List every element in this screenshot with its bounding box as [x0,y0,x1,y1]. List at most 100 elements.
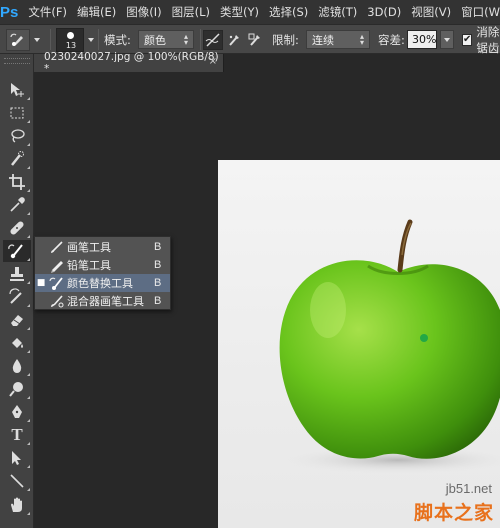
path-selection-tool[interactable] [3,447,31,469]
type-icon: T [11,425,23,444]
flyout-label: 混合器画笔工具 [67,295,144,308]
updown-icon: ▴ ▾ [183,32,188,47]
flyout-color-replacement-tool[interactable]: ■ 颜色替换工具 B [35,274,170,292]
flyout-label: 画笔工具 [67,241,111,254]
menu-filter[interactable]: 滤镜(T) [318,4,357,20]
path-selection-icon [12,451,21,465]
tolerance-input[interactable]: 30% [407,30,437,49]
menu-layer[interactable]: 图层(L) [172,4,210,20]
shortcut-key: B [154,259,162,271]
document-canvas[interactable]: jb51.net 脚本之家 [218,160,500,528]
pencil-icon [47,256,67,274]
color-replacement-icon [8,244,23,259]
sampling-once-icon [229,34,239,46]
menu-image[interactable]: 图像(I) [126,4,161,20]
menu-window[interactable]: 窗口(W) [461,4,500,20]
chevron-down-icon [34,37,40,42]
selection-marker: ■ [36,278,46,288]
mode-select[interactable]: 颜色 ▴ ▾ [138,30,194,49]
brush-icon [47,238,67,256]
history-brush-icon [9,288,22,304]
menu-file[interactable]: 文件(F) [28,4,67,20]
stamp-icon [10,267,24,281]
mode-value: 颜色 [144,33,166,47]
move-tool[interactable] [3,79,31,101]
antialias-checkbox[interactable]: ✔ [462,33,473,46]
document-tab-title: 0230240027.jpg @ 100%(RGB/8) * [44,51,219,75]
tolerance-dropdown[interactable] [440,30,454,49]
sampling-continuous-icon [205,32,220,47]
hand-icon [11,497,22,512]
clone-stamp-tool[interactable] [3,263,31,285]
flyout-label: 铅笔工具 [67,259,111,272]
document-tab[interactable]: 0230240027.jpg @ 100%(RGB/8) * × [34,51,224,75]
marquee-icon [10,107,24,119]
menu-view[interactable]: 视图(V) [411,4,451,20]
menu-edit[interactable]: 编辑(E) [77,4,116,20]
eraser-tool[interactable] [3,309,31,331]
photoshop-logo: Ps [0,3,19,21]
line-icon [10,474,24,488]
move-icon [11,83,24,97]
mode-label: 模式: [104,32,131,47]
crop-tool[interactable] [3,171,31,193]
menu-type[interactable]: 类型(Y) [220,4,259,20]
pen-tool[interactable] [3,401,31,423]
limits-select[interactable]: 连续 ▴ ▾ [306,30,370,49]
flyout-pencil-tool[interactable]: 铅笔工具 B [35,256,170,274]
type-tool[interactable]: T [3,424,31,446]
shortcut-key: B [154,277,162,289]
eyedropper-icon [10,197,25,212]
bandage-icon [10,221,24,235]
sampling-once-button[interactable] [224,30,244,50]
shortcut-key: B [154,241,162,253]
limits-label: 限制: [272,32,299,47]
color-replacement-icon [6,28,30,51]
chevron-down-icon [444,37,450,42]
gradient-tool[interactable] [3,332,31,354]
healing-brush-tool[interactable] [3,217,31,239]
quick-selection-icon [11,151,24,166]
pen-icon [12,405,22,418]
brush-size-value: 13 [65,40,77,50]
dodge-icon [9,382,23,397]
flyout-label: 颜色替换工具 [67,277,133,290]
sampling-continuous-button[interactable] [203,29,223,50]
menu-bar: Ps 文件(F) 编辑(E) 图像(I) 图层(L) 类型(Y) 选择(S) 滤… [0,0,500,25]
history-brush-tool[interactable] [3,286,31,308]
eraser-icon [11,315,23,326]
separator [50,29,51,50]
close-icon[interactable]: × [209,56,217,67]
chevron-down-icon [88,37,94,42]
line-tool[interactable] [3,470,31,492]
mixer-brush-icon [47,292,67,310]
antialias-label: 消除锯齿 [476,24,500,55]
eyedropper-tool[interactable] [3,194,31,216]
hand-tool[interactable] [3,494,31,516]
blur-tool[interactable] [3,355,31,377]
marquee-tool[interactable] [3,102,31,124]
lasso-tool[interactable] [3,125,31,147]
menu-3d[interactable]: 3D(D) [367,5,401,19]
options-bar: 13 模式: 颜色 ▴ ▾ 限制: 连续 ▴ ▾ 容差: 30% ✔ 消除锯齿 [0,24,500,55]
flyout-brush-tool[interactable]: 画笔工具 B [35,238,170,256]
quick-selection-tool[interactable] [3,148,31,170]
menu-select[interactable]: 选择(S) [269,4,308,20]
updown-icon: ▴ ▾ [359,32,364,47]
panel-grip[interactable] [4,58,30,64]
separator [200,29,201,50]
watermark-site: jb51.net [445,481,492,496]
color-replacement-icon [47,274,67,292]
limits-value: 连续 [312,33,334,47]
tool-preset-picker[interactable] [6,25,48,54]
separator [98,29,99,50]
brush-tip-icon [67,31,74,39]
dodge-tool[interactable] [3,378,31,400]
sampling-background-button[interactable] [245,30,265,50]
flyout-mixer-brush-tool[interactable]: 混合器画笔工具 B [35,292,170,310]
apple-photo [278,219,500,474]
brush-size-picker[interactable]: 13 [56,25,94,54]
lasso-icon [11,129,25,143]
brush-tool[interactable] [3,240,31,262]
drop-icon [12,359,22,373]
